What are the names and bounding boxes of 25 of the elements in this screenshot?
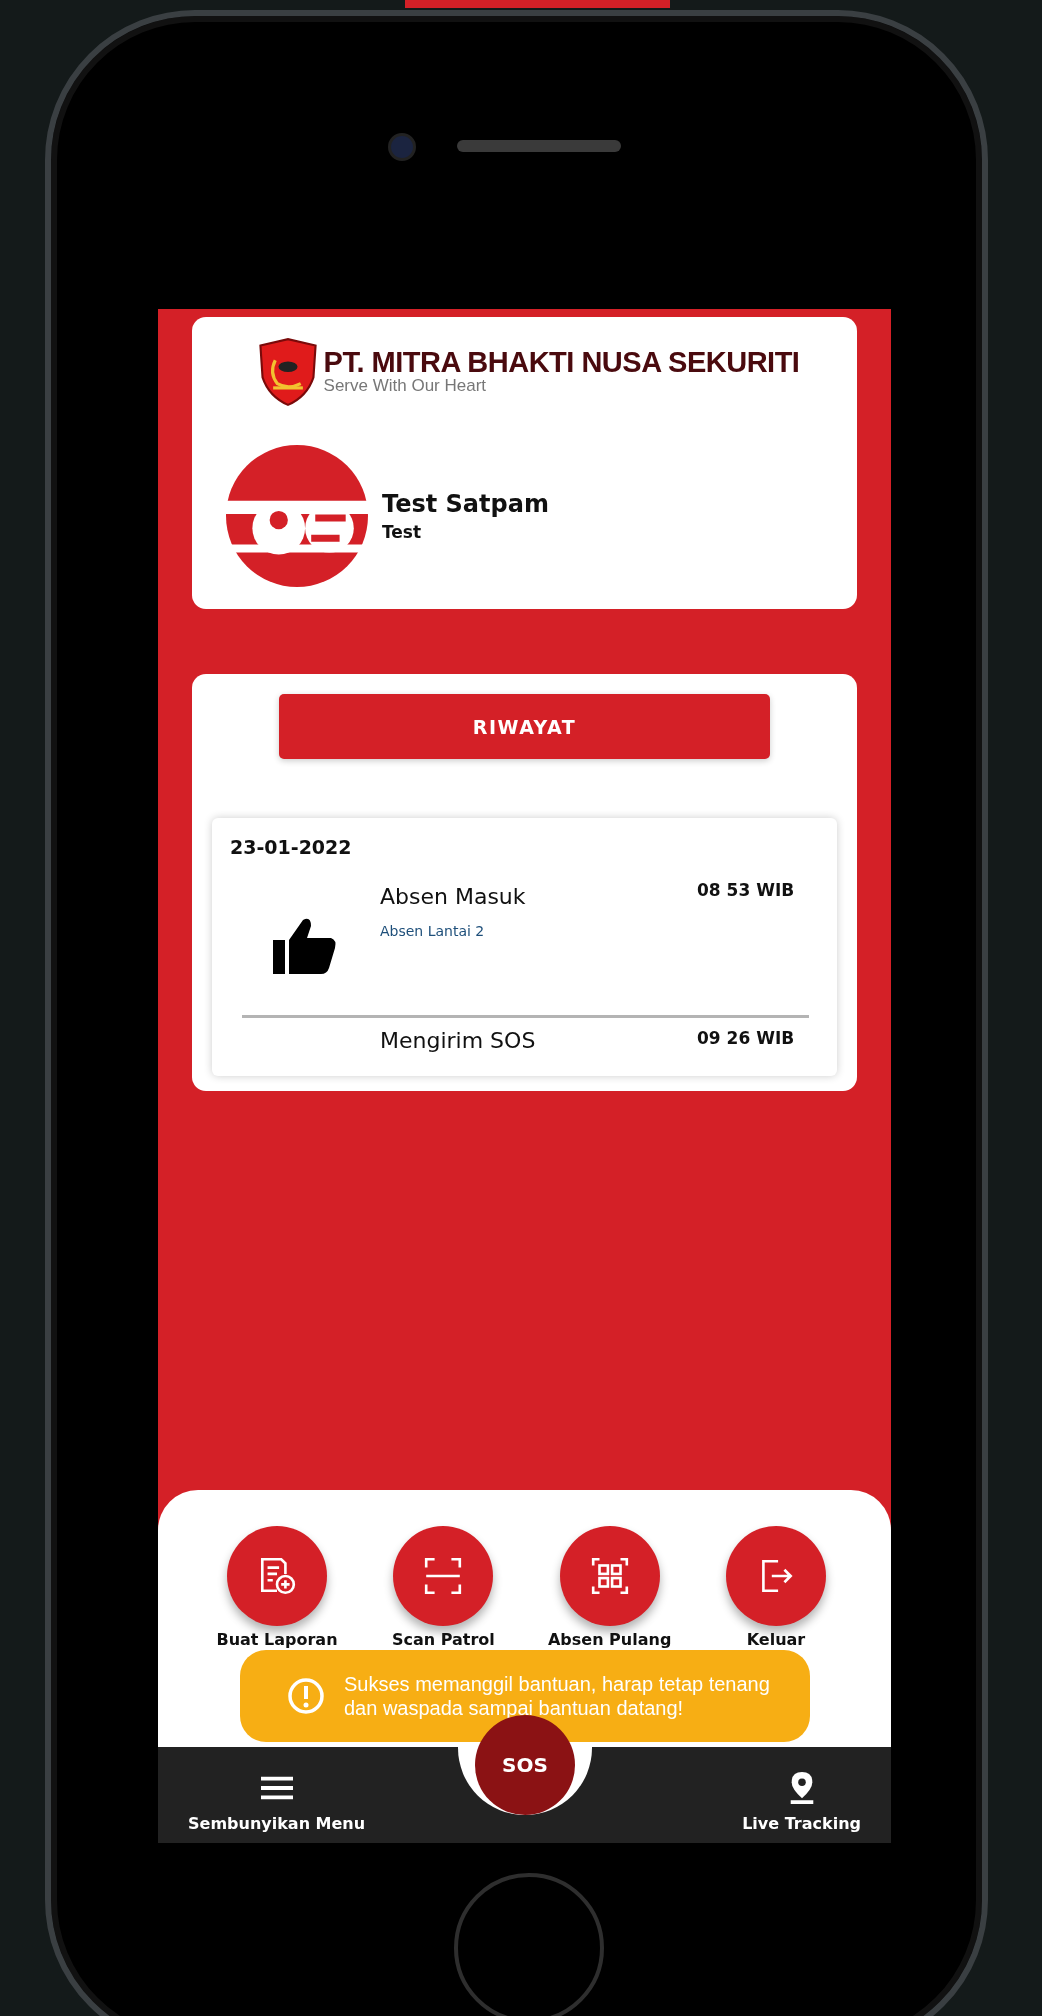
hide-menu-button[interactable]: Sembunyikan Menu xyxy=(158,1757,396,1833)
entry-time: 09 26 WIB xyxy=(697,1027,796,1048)
entry-title: Absen Masuk xyxy=(380,884,527,909)
action-button[interactable] xyxy=(393,1526,494,1626)
action-label: Keluar xyxy=(746,1630,806,1649)
live-tracking-button[interactable]: Live Tracking xyxy=(712,1757,891,1833)
camera-icon xyxy=(388,133,416,161)
user-role: Test xyxy=(382,522,423,542)
warning-icon xyxy=(286,1676,326,1716)
action-button[interactable] xyxy=(227,1526,327,1626)
action-label: Absen Pulang xyxy=(547,1630,672,1649)
action-button[interactable] xyxy=(559,1526,660,1626)
user-name: Test Satpam xyxy=(382,490,549,518)
entry-title: Mengirim SOS xyxy=(380,1028,537,1053)
avatar-logo-icon xyxy=(226,445,368,587)
thumbs-up-icon xyxy=(273,916,337,974)
action-label: Scan Patrol xyxy=(391,1630,495,1649)
entry-time: 08 53 WIB xyxy=(697,879,796,900)
company-tagline: Serve With Our Heart xyxy=(323,377,488,396)
company-name: PT. MITRA BHAKTI NUSA SEKURITI xyxy=(323,348,800,378)
entry-detail: Absen Lantai 2 xyxy=(380,923,486,939)
history-button[interactable]: RIWAYAT xyxy=(279,694,770,759)
history-date: 23-01-2022 xyxy=(230,836,353,858)
action-label: Buat Laporan xyxy=(216,1630,338,1649)
action-button[interactable] xyxy=(726,1526,826,1626)
